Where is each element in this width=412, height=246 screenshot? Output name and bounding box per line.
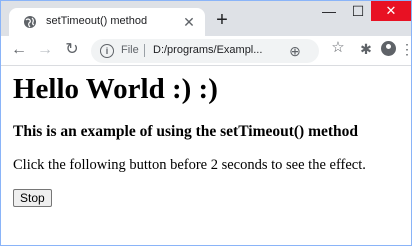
maximize-icon[interactable]: ☐ [344,1,372,21]
globe-icon [23,15,37,29]
puzzle-icon[interactable]: ✱ [357,40,375,58]
tab-strip: setTimeout() method ✕ + — ☐ ✕ [1,1,411,36]
minimize-icon[interactable]: — [315,1,343,21]
zoom-icon[interactable]: ⊕ [287,43,303,59]
page-content: Hello World :) :) This is an example of … [1,66,411,245]
browser-toolbar: ← → ↻ i File D:/programs/Exampl... ⊕ [1,36,411,66]
close-icon[interactable]: ✕ [181,14,197,30]
info-icon[interactable]: i [100,44,114,58]
url-divider [144,44,145,57]
plus-icon[interactable]: + [212,10,232,30]
url-text[interactable]: D:/programs/Exampl... [153,44,269,56]
instruction-text: Click the following button before 2 seco… [13,157,366,173]
address-bar[interactable]: i File D:/programs/Exampl... ⊕ [91,39,319,63]
page-heading: Hello World :) :) [13,73,218,105]
page-subheading: This is an example of using the setTimeo… [13,123,359,140]
star-icon[interactable]: ☆ [330,40,346,56]
arrow-right-icon[interactable]: → [34,40,56,60]
window-close-icon[interactable]: ✕ [371,1,411,21]
kebab-menu-icon[interactable]: ⋮ [400,40,411,58]
url-scheme: File [121,44,139,56]
arrow-left-icon[interactable]: ← [8,40,30,60]
browser-window: setTimeout() method ✕ + — ☐ ✕ ← → ↻ i Fi… [0,0,412,246]
stop-button[interactable]: Stop [13,189,52,207]
browser-tab[interactable]: setTimeout() method ✕ [9,8,205,36]
avatar-icon[interactable] [381,41,396,56]
reload-icon[interactable]: ↻ [61,40,83,60]
tab-title: setTimeout() method [46,15,148,27]
